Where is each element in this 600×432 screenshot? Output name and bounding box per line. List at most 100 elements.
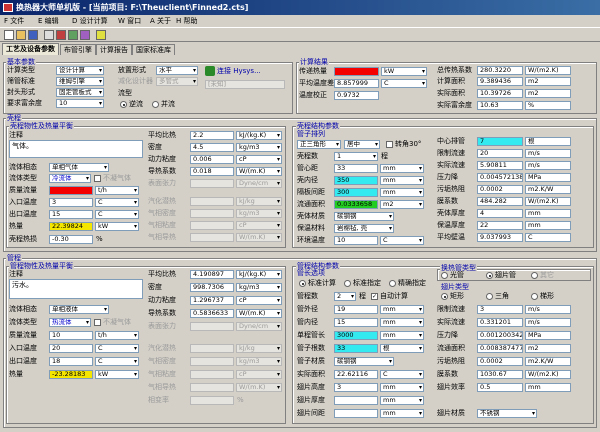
tube-k-value[interactable]: 0.5836633 — [190, 309, 234, 318]
tab-standard[interactable]: 国家标准库 — [132, 44, 175, 55]
seal-select[interactable]: 固定管板式 — [56, 88, 104, 97]
shell-mu2-value[interactable] — [190, 221, 234, 230]
menu-edit[interactable]: E 编辑 — [38, 15, 59, 27]
shell-k-value[interactable]: 0.018 — [190, 167, 234, 176]
tube-od-unit[interactable]: mm — [380, 305, 424, 314]
shell-id-value[interactable]: 350 — [334, 176, 378, 185]
menu-about[interactable]: A 关于 — [150, 15, 171, 27]
tube-finh-unit[interactable]: mm — [380, 383, 424, 392]
shell-layout2-select[interactable]: 居中 — [344, 140, 380, 149]
tube-len-std-radio[interactable] — [299, 280, 306, 287]
calc-icon[interactable] — [56, 30, 66, 40]
tube-eff-value[interactable]: 0.5 — [477, 383, 523, 392]
shell-rho-value[interactable]: 4.5 — [190, 143, 234, 152]
fin-tri-radio[interactable] — [486, 293, 493, 300]
tube-id-unit[interactable]: mm — [380, 318, 424, 327]
tube-tout-unit[interactable]: C — [95, 357, 139, 366]
shell-rho2-unit[interactable]: kg/m3 — [236, 209, 282, 218]
shell-center-value[interactable]: 7 — [477, 137, 523, 146]
tube-sigma-value[interactable] — [190, 322, 234, 331]
shell-mat-select[interactable]: 碳钢钢 — [334, 212, 394, 221]
shell-tout-value[interactable]: 15 — [49, 210, 93, 219]
tube-fint-unit[interactable]: mm — [380, 396, 424, 405]
tube-latent-value[interactable] — [190, 344, 234, 353]
tube-fint-value[interactable] — [334, 396, 378, 405]
nozzle-select[interactable]: 多管式 — [156, 77, 198, 86]
shell-cp-value[interactable]: 2.2 — [190, 131, 234, 140]
tube-k-unit[interactable]: W/(m.K) — [236, 309, 282, 318]
tube-area-unit[interactable]: C — [380, 370, 424, 379]
tube-count-value[interactable]: 33 — [334, 344, 378, 353]
hysys-connect-button[interactable]: 连接 Hysys... — [217, 67, 261, 76]
tube-flow-unit[interactable]: t/h — [95, 331, 139, 340]
shell-insth-value[interactable]: 22 — [477, 221, 523, 230]
tube-mu2-value[interactable] — [190, 370, 234, 379]
new-icon[interactable] — [4, 30, 14, 40]
tube-rho2-value[interactable] — [190, 357, 234, 366]
shell-foul-value[interactable]: 0.0002 — [477, 185, 523, 194]
tube-tin-value[interactable]: 20 — [49, 344, 93, 353]
shell-lim-value[interactable]: 20 — [477, 149, 523, 158]
tube-lim-value[interactable]: 3 — [477, 305, 523, 314]
exch-finned-radio[interactable] — [486, 272, 493, 279]
tube-id-value[interactable]: 15 — [334, 318, 378, 327]
shell-q-unit[interactable]: kW — [95, 222, 139, 231]
tube-len-value[interactable]: 3000 — [334, 331, 378, 340]
req-select[interactable]: 10 — [56, 99, 104, 108]
tube-rho2-unit[interactable]: kg/m3 — [236, 357, 282, 366]
tube-tin-unit[interactable]: C — [95, 344, 139, 353]
tube-mat-select[interactable]: 碳钢钢 — [334, 357, 394, 366]
shell-loss-value[interactable]: -0.30 — [49, 235, 93, 244]
tube-len-exact-radio[interactable] — [389, 280, 396, 287]
tube-x-value[interactable] — [190, 396, 234, 405]
tube-finh-value[interactable]: 3 — [334, 383, 378, 392]
shell-k-unit[interactable]: W/(m.K) — [236, 167, 282, 176]
shell-sigma-value[interactable] — [190, 179, 234, 188]
shell-mu-unit[interactable]: cP — [236, 155, 282, 164]
menu-file[interactable]: F 文件 — [4, 15, 24, 27]
tube-k2-unit[interactable]: W/(m.K) — [236, 383, 282, 392]
shell-rho-unit[interactable]: kg/m3 — [236, 143, 282, 152]
shell-tin-value[interactable]: 3 — [49, 198, 93, 207]
shell-env-value[interactable]: 10 — [334, 236, 378, 245]
tube-cp-unit[interactable]: kJ/(kg.K) — [236, 270, 282, 279]
tube-finp-unit[interactable]: mm — [380, 409, 424, 418]
shell-flow-unit[interactable]: t/h — [95, 186, 139, 195]
tube-od-value[interactable]: 19 — [334, 305, 378, 314]
tube-mu-unit[interactable]: cP — [236, 296, 282, 305]
shell-medium-select[interactable]: 冷流体 — [49, 174, 91, 183]
shell-rho2-value[interactable] — [190, 209, 234, 218]
tube-mu-value[interactable]: 1.296737 — [190, 296, 234, 305]
tube-foul-value[interactable]: 0.0002 — [477, 357, 523, 366]
menu-help[interactable]: H 帮助 — [176, 15, 198, 27]
shell-noncond-check[interactable] — [94, 175, 101, 182]
open-icon[interactable] — [16, 30, 26, 40]
help-icon[interactable] — [96, 30, 106, 40]
tube-count-unit[interactable]: 根 — [380, 344, 424, 353]
arrange-select[interactable]: 水平 — [156, 66, 198, 75]
shell-layout-select[interactable]: 正三角形 — [297, 140, 341, 149]
shell-passes-select[interactable]: 1 — [334, 152, 378, 161]
tab-layout[interactable]: 布管引擎 — [60, 44, 96, 55]
shell-latent-value[interactable] — [190, 197, 234, 206]
tube-sigma-unit[interactable]: Dyne/cm — [236, 322, 282, 331]
tube-latent-unit[interactable]: kJ/kg — [236, 344, 282, 353]
menu-window[interactable]: W 窗口 — [118, 15, 141, 27]
shell-pitch-value[interactable]: 33 — [334, 164, 378, 173]
tube-state-select[interactable]: 单相液体 — [49, 305, 109, 314]
tube-flow-value[interactable]: 10 — [49, 331, 93, 340]
tube-finp-value[interactable] — [334, 409, 378, 418]
shell-pitch-unit[interactable]: mm — [380, 164, 424, 173]
shell-mu-value[interactable]: 0.006 — [190, 155, 234, 164]
exch-other-radio[interactable] — [531, 272, 538, 279]
shell-latent-unit[interactable]: kJ/kg — [236, 197, 282, 206]
tube-len-unit[interactable]: mm — [380, 331, 424, 340]
shell-k2-value[interactable] — [190, 233, 234, 242]
tube-cp-value[interactable]: 4.190897 — [190, 270, 234, 279]
tube-len-spec-radio[interactable] — [344, 280, 351, 287]
tab-report[interactable]: 计算报告 — [96, 44, 132, 55]
tube-finmat-select[interactable]: 不锈钢 — [477, 409, 537, 418]
exch-plain-radio[interactable] — [441, 272, 448, 279]
shell-notes[interactable]: 气体。 — [9, 140, 143, 158]
calc-type-select[interactable]: 设计计算 — [56, 66, 104, 75]
